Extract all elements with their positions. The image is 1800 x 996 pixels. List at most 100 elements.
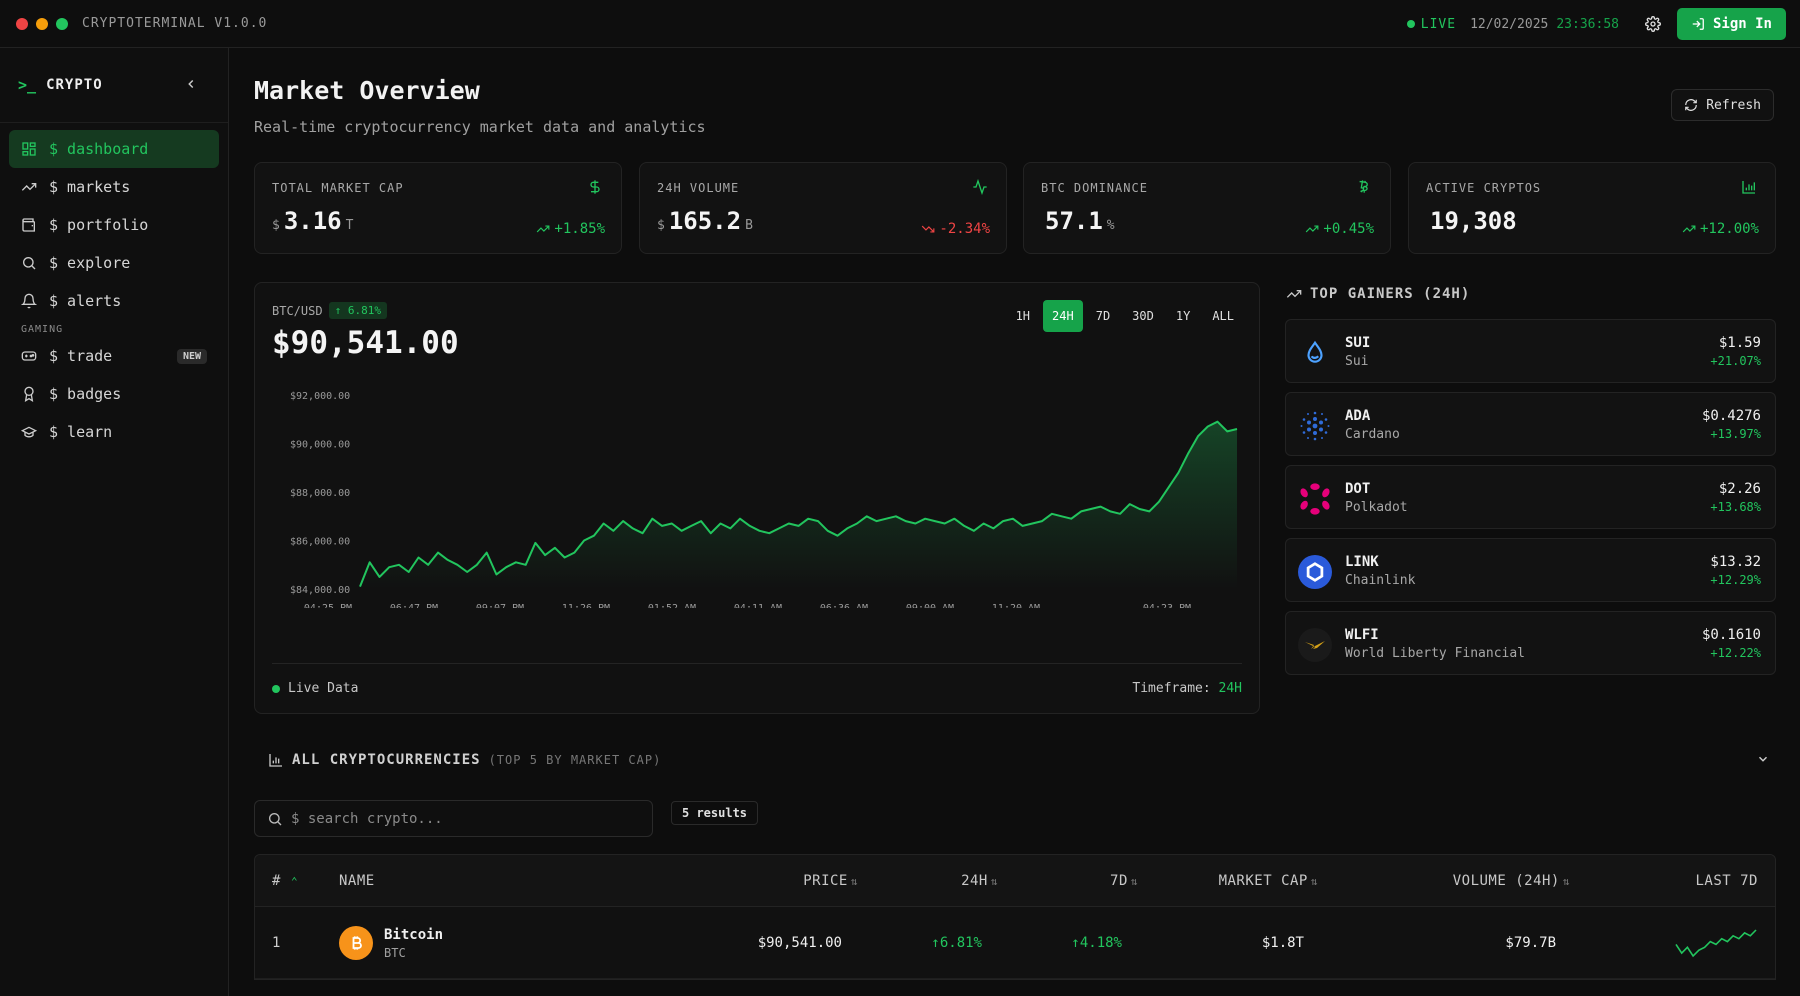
table-header: # ⌃ NAME PRICE ⇅ 24H ⇅ 7D ⇅ MARKET CAP ⇅ VOL… [255, 855, 1775, 907]
sidebar-item-label: $ markets [49, 178, 131, 196]
gainer-symbol: ADA [1345, 408, 1371, 424]
timeframe-1y-button[interactable]: 1Y [1167, 300, 1199, 332]
gainer-symbol: SUI [1345, 335, 1371, 351]
sidebar-item-trade[interactable]: $ trade NEW [9, 337, 219, 375]
stat-label: TOTAL MARKET CAP [272, 181, 404, 195]
search-input[interactable] [291, 810, 631, 827]
all-cryptos-label: ALL CRYPTOCURRENCIES [292, 752, 481, 768]
timeframe-7d-button[interactable]: 7D [1087, 300, 1119, 332]
column-name[interactable]: NAME [339, 873, 375, 889]
gainer-change: +13.97% [1710, 427, 1761, 441]
sign-in-button[interactable]: Sign In [1676, 8, 1786, 40]
table-row[interactable]: 1 Bitcoin BTC $90,541.00 ↑6.81% ↑4.18% $… [255, 907, 1775, 979]
stat-change: -2.34% [921, 221, 990, 237]
sidebar-item-markets[interactable]: $ markets [9, 168, 219, 206]
gainer-price: $0.4276 [1701, 408, 1761, 424]
row-symbol: BTC [384, 946, 406, 960]
sidebar: >_ CRYPTO $ dashboard $ markets $ portfo… [0, 48, 229, 996]
stat-value: 3.16 [283, 207, 342, 235]
column-market-cap[interactable]: MARKET CAP ⇅ [1219, 873, 1318, 889]
chevron-left-icon[interactable] [184, 76, 198, 95]
column-price[interactable]: PRICE ⇅ [803, 873, 858, 889]
stat-card-market-cap: TOTAL MARKET CAP $3.16 T +1.85% [254, 162, 622, 254]
x-tick-label: 01:52 AM [648, 603, 696, 608]
stat-card-active-cryptos: ACTIVE CRYPTOS 19,308 +12.00% [1408, 162, 1776, 254]
maximize-window-button[interactable] [56, 17, 68, 30]
column-label: 24H [961, 872, 988, 889]
sort-icon: ⇅ [850, 874, 858, 888]
close-window-button[interactable] [16, 17, 28, 30]
refresh-button[interactable]: Refresh [1671, 89, 1774, 121]
title-bar: CRYPTOTERMINAL V1.0.0 LIVE 12/02/2025 23… [0, 0, 1800, 48]
gainer-name: Polkadot [1345, 500, 1408, 515]
live-dot-icon [1406, 20, 1415, 28]
gainer-item-dot[interactable]: DOT Polkadot $2.26 +13.68% [1285, 465, 1776, 529]
column-7d[interactable]: 7D ⇅ [1110, 873, 1138, 889]
graduation-cap-icon [21, 426, 37, 438]
current-time: 23:36:58 [1556, 16, 1619, 32]
timeframe-1h-button[interactable]: 1H [1007, 300, 1039, 332]
sidebar-item-dashboard[interactable]: $ dashboard [9, 130, 219, 168]
gainer-symbol: DOT [1345, 481, 1371, 497]
sidebar-item-explore[interactable]: $ explore [9, 244, 219, 282]
row-change-24h: ↑6.81% [931, 934, 982, 951]
stat-value: 19,308 [1430, 207, 1517, 235]
pair-header: BTC/USD ↑ 6.81% [272, 302, 387, 319]
sidebar-item-badges[interactable]: $ badges [9, 375, 219, 413]
sidebar-item-label: $ learn [49, 423, 113, 441]
row-name: Bitcoin [384, 927, 444, 943]
chainlink-icon [1298, 555, 1332, 589]
sidebar-item-portfolio[interactable]: $ portfolio [9, 206, 219, 244]
trending-up-icon [1306, 225, 1319, 233]
timeframe-selector: 1H 24H 7D 30D 1Y ALL [1007, 300, 1243, 332]
chevron-down-icon[interactable] [1756, 752, 1770, 770]
top-gainers-title: TOP GAINERS (24H) [1286, 282, 1470, 306]
column-24h[interactable]: 24H ⇅ [961, 873, 998, 889]
row-price: $90,541.00 [757, 934, 842, 951]
timeframe-24h-button[interactable]: 24H [1043, 300, 1083, 332]
gainer-item-wlfi[interactable]: WLFI World Liberty Financial $0.1610 +12… [1285, 611, 1776, 675]
column-label: VOLUME (24H) [1452, 872, 1560, 889]
gainer-change: +12.22% [1710, 646, 1761, 660]
x-tick-label: 11:26 PM [562, 603, 610, 608]
x-tick-label: 06:47 PM [390, 603, 438, 608]
terminal-prompt-icon: >_ [18, 76, 37, 94]
timeframe-30d-button[interactable]: 30D [1123, 300, 1163, 332]
sort-asc-icon: ⌃ [283, 874, 299, 888]
stat-change-value: -2.34% [939, 221, 990, 237]
row-change-24h-value: 6.81% [939, 934, 982, 951]
timeframe-all-button[interactable]: ALL [1203, 300, 1243, 332]
gainer-item-ada[interactable]: ADA Cardano $0.4276 +13.97% [1285, 392, 1776, 456]
column-rank[interactable]: # ⌃ [272, 873, 298, 889]
wlfi-eagle-icon [1298, 628, 1332, 662]
gainer-item-link[interactable]: LINK Chainlink $13.32 +12.29% [1285, 538, 1776, 602]
trending-up-icon [21, 183, 37, 191]
bell-icon [21, 293, 37, 309]
search-box[interactable] [254, 800, 653, 837]
stat-label: BTC DOMINANCE [1041, 181, 1148, 195]
gainer-name: Chainlink [1345, 573, 1416, 588]
stat-prefix: $ [272, 218, 280, 233]
all-cryptos-title[interactable]: ALL CRYPTOCURRENCIES (TOP 5 BY MARKET CA… [268, 752, 661, 768]
trending-down-icon [922, 225, 935, 233]
timeframe-readout-label: Timeframe: [1132, 681, 1211, 696]
stat-card-volume: 24H VOLUME $165.2 B -2.34% [639, 162, 1007, 254]
live-dot-icon [272, 684, 280, 693]
minimize-window-button[interactable] [36, 17, 48, 30]
sidebar-item-learn[interactable]: $ learn [9, 413, 219, 451]
price-chart[interactable]: $92,000.00 $90,000.00 $88,000.00 $86,000.00… [255, 373, 1261, 608]
top-gainers-label: TOP GAINERS (24H) [1310, 286, 1471, 302]
pair-change-value: 6.81% [347, 304, 381, 317]
y-tick-label: $86,000.00 [290, 537, 350, 548]
sign-in-label: Sign In [1712, 16, 1772, 32]
sidebar-item-alerts[interactable]: $ alerts [9, 282, 219, 320]
column-volume[interactable]: VOLUME (24H) ⇅ [1453, 873, 1570, 889]
stat-change: +0.45% [1305, 221, 1374, 237]
timeframe-readout: Timeframe: 24H [1132, 681, 1242, 696]
bitcoin-icon [339, 925, 373, 960]
x-tick-label: 09:00 AM [906, 603, 954, 608]
gear-icon[interactable] [1643, 14, 1663, 34]
gainer-item-sui[interactable]: SUI Sui $1.59 +21.07% [1285, 319, 1776, 383]
sidebar-item-label: $ trade [49, 347, 113, 365]
sidebar-item-label: $ dashboard [49, 140, 149, 158]
